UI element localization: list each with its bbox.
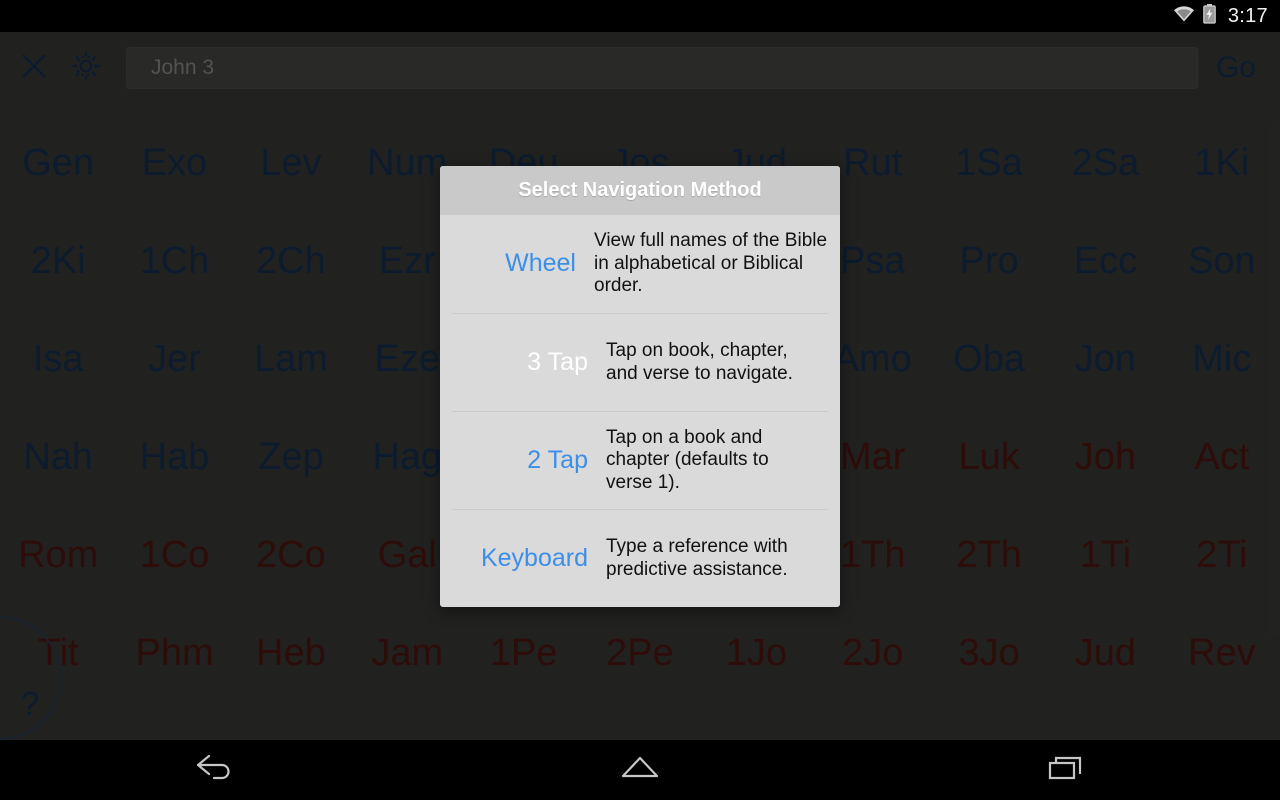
dialog-option-row[interactable]: 3 Tap Tap on book, chapter, and verse to … — [452, 313, 828, 411]
wifi-icon — [1172, 5, 1196, 28]
dialog-option-label: Wheel — [505, 249, 576, 278]
dialog-option-description: View full names of the Bible in alphabet… — [594, 230, 828, 297]
navigation-method-dialog: Select Navigation Method Wheel View full … — [440, 166, 840, 607]
dialog-option-description: Tap on book, chapter, and verse to navig… — [606, 340, 793, 384]
status-bar-clock: 3:17 — [1227, 5, 1268, 27]
status-bar: 3:17 — [0, 0, 1280, 32]
dialog-option-label: 3 Tap — [527, 347, 588, 376]
recents-icon — [1046, 753, 1088, 788]
dialog-option-description: Type a reference with predictive assista… — [606, 536, 788, 580]
dialog-option-label: Keyboard — [480, 543, 588, 572]
dialog-option-list: Wheel View full names of the Bible in alp… — [440, 215, 840, 607]
home-icon — [617, 753, 663, 788]
android-screen: 3:17 Go — [0, 0, 1280, 800]
nav-home-button[interactable] — [427, 740, 854, 800]
nav-back-button[interactable] — [0, 740, 427, 800]
dialog-option-row[interactable]: 2 Tap Tap on a book and chapter (defaults… — [452, 411, 828, 509]
system-nav-bar — [0, 740, 1280, 800]
battery-charging-icon — [1203, 3, 1216, 29]
nav-recents-button[interactable] — [853, 740, 1280, 800]
dialog-option-label: 2 Tap — [527, 445, 588, 474]
dialog-option-description: Tap on a book and chapter (defaults to v… — [606, 426, 769, 493]
status-bar-icons: 3:17 — [1172, 3, 1268, 29]
dialog-option-row[interactable]: Wheel View full names of the Bible in alp… — [440, 215, 840, 313]
dialog-title: Select Navigation Method — [440, 166, 840, 215]
back-icon — [191, 753, 235, 788]
dialog-option-row[interactable]: Keyboard Type a reference with predictive… — [452, 509, 828, 607]
